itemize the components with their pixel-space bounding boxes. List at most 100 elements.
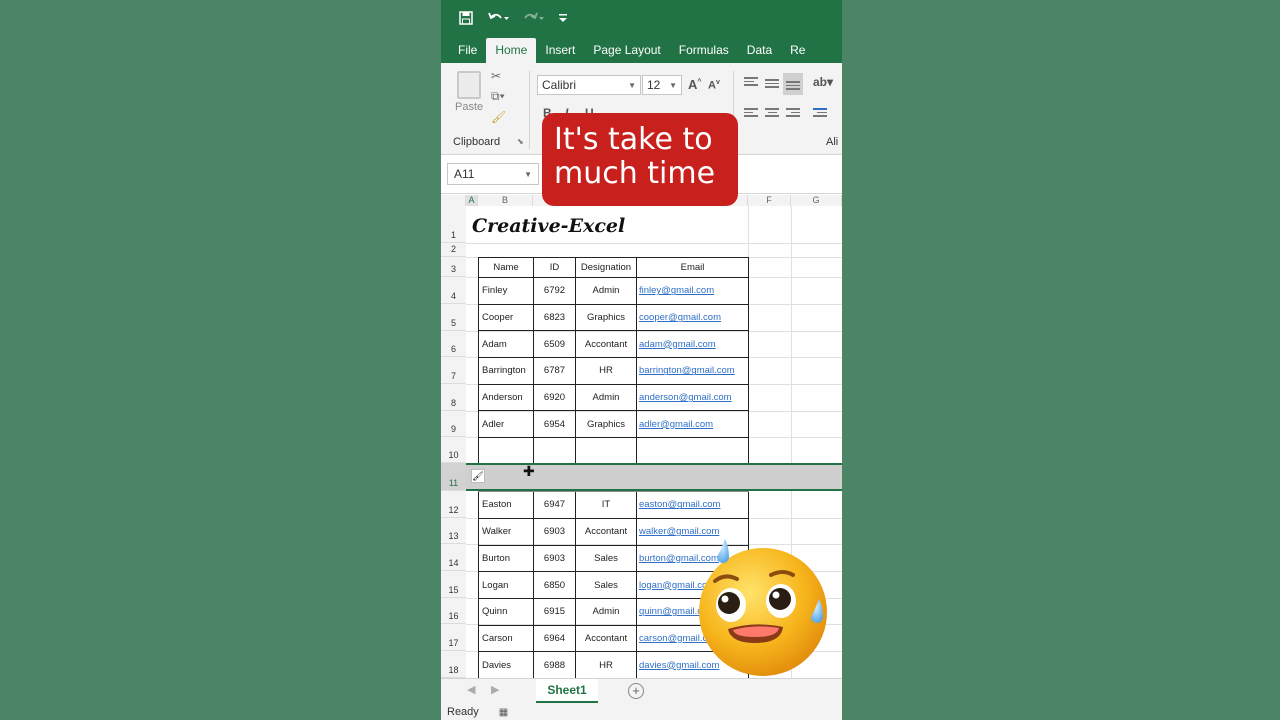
shrink-font-icon[interactable]: Av xyxy=(708,79,720,92)
macro-record-icon[interactable]: ▦ xyxy=(499,707,508,718)
cell-name[interactable]: Cooper xyxy=(478,303,534,332)
row-header[interactable]: 4 xyxy=(441,277,466,304)
row-header[interactable]: 9 xyxy=(441,411,466,437)
tab-insert[interactable]: Insert xyxy=(536,38,584,63)
column-header-g[interactable]: G xyxy=(791,195,842,206)
cell-name[interactable]: Barrington xyxy=(478,357,534,385)
row-header[interactable]: 7 xyxy=(441,357,466,384)
empty-cell[interactable] xyxy=(533,437,576,465)
cell-designation[interactable]: Accontant xyxy=(575,330,637,359)
column-header-f[interactable]: F xyxy=(748,195,791,206)
header-name[interactable]: Name xyxy=(478,257,534,278)
cell-name[interactable]: Logan xyxy=(478,571,534,599)
cell-name[interactable]: Easton xyxy=(478,491,534,519)
cell-email-link[interactable]: adler@gmail.com xyxy=(636,410,749,439)
cell-designation[interactable]: Graphics xyxy=(575,303,637,332)
cut-icon[interactable]: ✂ xyxy=(491,69,506,83)
font-name-select[interactable]: Calibri ▼ xyxy=(537,75,641,95)
row-header[interactable]: 10 xyxy=(441,437,466,463)
tab-home[interactable]: Home xyxy=(486,38,537,63)
align-left-icon[interactable] xyxy=(744,108,758,120)
sheet-tab-sheet1[interactable]: Sheet1 xyxy=(536,679,598,703)
cell-id[interactable]: 6915 xyxy=(533,597,576,626)
row-header[interactable]: 1 xyxy=(441,206,466,243)
cell-id[interactable]: 6509 xyxy=(533,330,576,359)
row-header[interactable]: 17 xyxy=(441,624,466,651)
row-header[interactable]: 8 xyxy=(441,384,466,411)
row-header[interactable]: 5 xyxy=(441,304,466,331)
scroll-left-icon[interactable]: ◀ xyxy=(467,683,475,696)
cell-id[interactable]: 6903 xyxy=(533,544,576,573)
select-all-corner[interactable] xyxy=(441,195,466,206)
cell-designation[interactable]: IT xyxy=(575,491,637,519)
dialog-launcher-icon[interactable]: ⬊ xyxy=(517,137,524,146)
header-email[interactable]: Email xyxy=(636,257,749,278)
cell-email-link[interactable]: easton@gmail.com xyxy=(636,491,749,519)
middle-align-icon[interactable] xyxy=(765,79,779,91)
redo-icon[interactable] xyxy=(523,11,545,25)
font-size-select[interactable]: 12 ▼ xyxy=(642,75,682,95)
cell-name[interactable]: Anderson xyxy=(478,383,534,412)
empty-cell[interactable] xyxy=(636,437,749,465)
cell-designation[interactable]: Accontant xyxy=(575,624,637,653)
cell-name[interactable]: Adler xyxy=(478,410,534,439)
bottom-align-button[interactable] xyxy=(783,73,803,95)
row-header[interactable]: 6 xyxy=(441,331,466,357)
cell-name[interactable]: Quinn xyxy=(478,597,534,626)
cell-designation[interactable]: HR xyxy=(575,357,637,385)
cell-designation[interactable]: Admin xyxy=(575,597,637,626)
cell-id[interactable]: 6823 xyxy=(533,303,576,332)
cell-email-link[interactable]: anderson@gmail.com xyxy=(636,383,749,412)
align-center-icon[interactable] xyxy=(765,108,779,120)
cell-id[interactable]: 6850 xyxy=(533,571,576,599)
row-header[interactable]: 16 xyxy=(441,598,466,624)
cell-name[interactable]: Davies xyxy=(478,651,534,678)
cell-id[interactable]: 6964 xyxy=(533,624,576,653)
cell-designation[interactable]: Admin xyxy=(575,277,637,305)
cell-email-link[interactable]: barrington@gmail.com xyxy=(636,357,749,385)
cell-name[interactable]: Finley xyxy=(478,277,534,305)
cell-id[interactable]: 6920 xyxy=(533,383,576,412)
align-right-icon[interactable] xyxy=(786,108,800,120)
cell-id[interactable]: 6988 xyxy=(533,651,576,678)
column-header-a[interactable]: A xyxy=(466,195,478,206)
tab-file[interactable]: File xyxy=(449,38,486,63)
cell-designation[interactable]: Graphics xyxy=(575,410,637,439)
orientation-icon[interactable]: ab▾ xyxy=(813,75,833,89)
column-header-b[interactable]: B xyxy=(478,195,533,206)
row-header[interactable]: 12 xyxy=(441,491,466,518)
row-header[interactable]: 2 xyxy=(441,243,466,257)
cell-designation[interactable]: Sales xyxy=(575,571,637,599)
row-header[interactable]: 3 xyxy=(441,257,466,277)
header-designation[interactable]: Designation xyxy=(575,257,637,278)
customize-icon[interactable] xyxy=(559,13,567,23)
header-id[interactable]: ID xyxy=(533,257,576,278)
row-header[interactable]: 13 xyxy=(441,518,466,544)
undo-icon[interactable] xyxy=(487,11,509,25)
empty-cell[interactable] xyxy=(575,437,637,465)
row-header-selected[interactable]: 11 xyxy=(441,463,466,491)
cell-id[interactable]: 6903 xyxy=(533,517,576,546)
decrease-indent-icon[interactable] xyxy=(813,108,827,120)
cell-email-link[interactable]: finley@gmail.com xyxy=(636,277,749,305)
paste-options-icon[interactable]: 🖌 xyxy=(471,469,485,483)
cell-name[interactable]: Carson xyxy=(478,624,534,653)
cell-name[interactable]: Adam xyxy=(478,330,534,359)
copy-icon[interactable]: ⧉▾ xyxy=(491,89,506,104)
tab-review[interactable]: Re xyxy=(781,38,814,63)
row-header[interactable]: 18 xyxy=(441,651,466,678)
save-icon[interactable] xyxy=(459,11,473,25)
scroll-right-icon[interactable]: ▶ xyxy=(491,683,499,696)
cell-name[interactable]: Burton xyxy=(478,544,534,573)
top-align-icon[interactable] xyxy=(744,77,758,89)
cell-id[interactable]: 6792 xyxy=(533,277,576,305)
cell-name[interactable]: Walker xyxy=(478,517,534,546)
name-box[interactable]: A11 ▼ xyxy=(447,163,539,185)
empty-cell[interactable] xyxy=(478,437,534,465)
cell-email-link[interactable]: adam@gmail.com xyxy=(636,330,749,359)
cell-id[interactable]: 6787 xyxy=(533,357,576,385)
cell-email-link[interactable]: cooper@gmail.com xyxy=(636,303,749,332)
row-header[interactable]: 14 xyxy=(441,544,466,571)
format-painter-icon[interactable]: 🖌 xyxy=(491,110,506,124)
tab-page-layout[interactable]: Page Layout xyxy=(584,38,669,63)
